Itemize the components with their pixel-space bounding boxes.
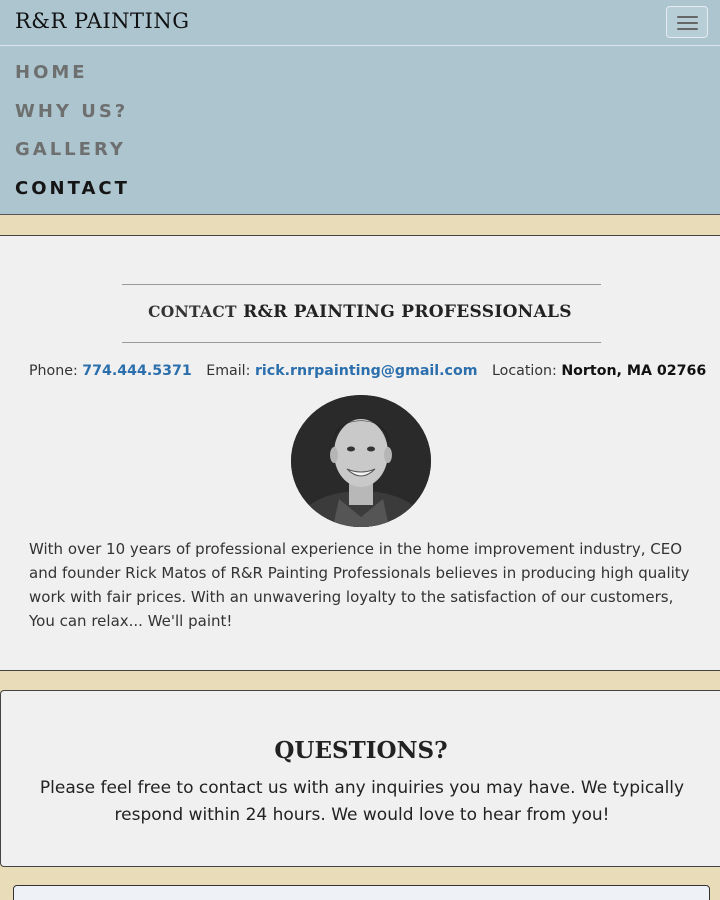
navbar: R&R PAINTING HOME WHY US? GALLERY CONTAC… (0, 0, 720, 215)
portrait-image (291, 395, 431, 527)
phone-label: Phone: (29, 363, 78, 379)
hamburger-icon-bar (677, 28, 698, 30)
questions-title: QUESTIONS? (274, 737, 448, 764)
hamburger-icon-bar (677, 16, 698, 18)
owner-avatar (291, 395, 431, 527)
heading-main: R&R PAINTING PROFESSIONALS (243, 302, 572, 322)
brand-logo[interactable]: R&R PAINTING (15, 9, 189, 33)
questions-card: QUESTIONS? Please feel free to contact u… (0, 690, 720, 867)
questions-text: Please feel free to contact us with any … (39, 778, 685, 825)
nav-item-contact[interactable]: CONTACT (0, 176, 130, 202)
section-heading: CONTACT R&R PAINTING PROFESSIONALS (0, 302, 720, 322)
location-value: Norton, MA 02766 (561, 363, 707, 379)
nav-item-home[interactable]: HOME (0, 60, 88, 86)
nav-menu: HOME WHY US? GALLERY CONTACT (0, 46, 720, 214)
divider-bottom (122, 342, 601, 343)
name-field-wrapper (13, 885, 710, 900)
about-bio: With over 10 years of professional exper… (29, 540, 690, 630)
hamburger-icon-bar (677, 22, 698, 24)
name-input[interactable] (14, 886, 709, 900)
nav-item-why-us[interactable]: WHY US? (0, 99, 128, 125)
email-link[interactable]: rick.rnrpainting@gmail.com (255, 363, 478, 379)
nav-item-gallery[interactable]: GALLERY (0, 137, 126, 163)
heading-prefix: CONTACT (148, 302, 237, 321)
location-label: Location: (492, 363, 557, 379)
email-label: Email: (206, 363, 251, 379)
menu-toggle-button[interactable] (666, 6, 708, 38)
phone-link[interactable]: 774.444.5371 (82, 363, 192, 379)
navbar-top: R&R PAINTING (0, 0, 720, 46)
contact-info-card: CONTACT R&R PAINTING PROFESSIONALS Phone… (0, 235, 720, 671)
divider-top (122, 284, 601, 285)
contact-details: Phone: 774.444.5371 Email: rick.rnrpaint… (29, 363, 706, 379)
